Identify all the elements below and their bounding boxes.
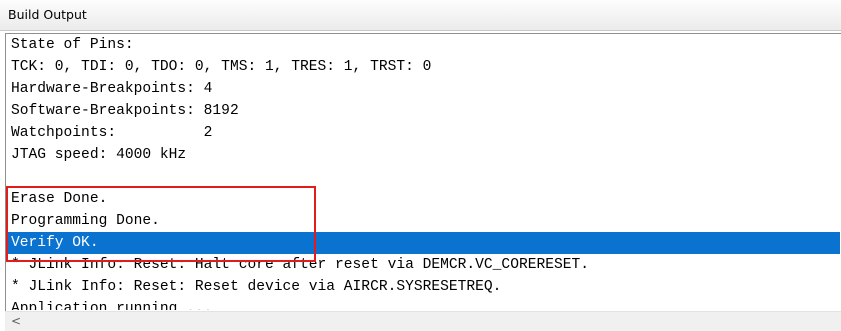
output-line[interactable]: JTAG speed: 4000 kHz: [6, 144, 840, 166]
output-line-partial[interactable]: Application running ...: [6, 298, 840, 310]
output-line[interactable]: Watchpoints: 2: [6, 122, 840, 144]
output-line[interactable]: State of Pins:: [6, 34, 840, 56]
chevron-left-icon[interactable]: <: [7, 312, 25, 331]
panel-title-bar: Build Output: [0, 0, 841, 31]
horizontal-scrollbar[interactable]: <: [5, 311, 841, 331]
build-output-panel[interactable]: State of Pins: TCK: 0, TDI: 0, TDO: 0, T…: [5, 33, 841, 331]
output-line-blank[interactable]: [6, 166, 840, 188]
output-text-area[interactable]: State of Pins: TCK: 0, TDI: 0, TDO: 0, T…: [6, 34, 840, 310]
output-line[interactable]: Programming Done.: [6, 210, 840, 232]
output-line[interactable]: Hardware-Breakpoints: 4: [6, 78, 840, 100]
output-line[interactable]: TCK: 0, TDI: 0, TDO: 0, TMS: 1, TRES: 1,…: [6, 56, 840, 78]
output-line-selected[interactable]: Verify OK.: [6, 232, 840, 254]
panel-title: Build Output: [8, 7, 87, 22]
output-line[interactable]: Software-Breakpoints: 8192: [6, 100, 840, 122]
output-line[interactable]: * JLink Info: Reset: Halt core after res…: [6, 254, 840, 276]
output-line[interactable]: Erase Done.: [6, 188, 840, 210]
output-line[interactable]: * JLink Info: Reset: Reset device via AI…: [6, 276, 840, 298]
